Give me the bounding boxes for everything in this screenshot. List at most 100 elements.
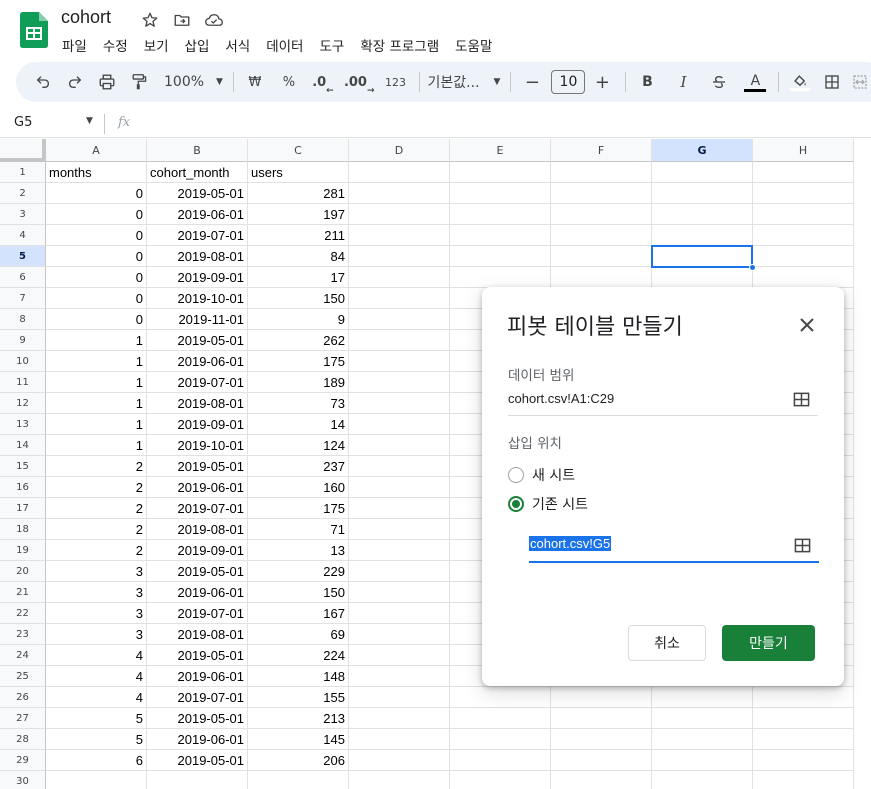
cell-d8[interactable] [349, 309, 450, 330]
cell-b9[interactable]: 2019-05-01 [147, 330, 248, 351]
cell-d3[interactable] [349, 204, 450, 225]
menu-format[interactable]: 서식 [225, 35, 250, 55]
cell-d30[interactable] [349, 771, 450, 789]
cell-d27[interactable] [349, 708, 450, 729]
cell-b2[interactable]: 2019-05-01 [147, 183, 248, 204]
paint-format-icon[interactable] [126, 68, 152, 96]
cell-b11[interactable]: 2019-07-01 [147, 372, 248, 393]
sheets-logo-icon[interactable] [20, 12, 48, 48]
redo-icon[interactable] [62, 68, 88, 96]
cell-d22[interactable] [349, 603, 450, 624]
menu-file[interactable]: 파일 [62, 35, 87, 55]
cell-a7[interactable]: 0 [46, 288, 147, 309]
fill-handle[interactable] [749, 264, 756, 271]
row-header[interactable]: 14 [0, 435, 46, 456]
radio-button[interactable] [508, 467, 524, 483]
cell-g3[interactable] [652, 204, 753, 225]
row-header[interactable]: 23 [0, 624, 46, 645]
radio-button-selected[interactable] [508, 496, 524, 512]
cell-d4[interactable] [349, 225, 450, 246]
cell-a21[interactable]: 3 [46, 582, 147, 603]
row-header[interactable]: 15 [0, 456, 46, 477]
cell-c28[interactable]: 145 [248, 729, 349, 750]
cell-b4[interactable]: 2019-07-01 [147, 225, 248, 246]
row-header[interactable]: 11 [0, 372, 46, 393]
cell-g4[interactable] [652, 225, 753, 246]
cell-f29[interactable] [551, 750, 652, 771]
borders-icon[interactable] [819, 68, 845, 96]
column-header-b[interactable]: B [147, 139, 248, 162]
cell-c22[interactable]: 167 [248, 603, 349, 624]
cell-b28[interactable]: 2019-06-01 [147, 729, 248, 750]
cell-f1[interactable] [551, 162, 652, 183]
italic-button[interactable]: I [670, 68, 696, 96]
cell-g1[interactable] [652, 162, 753, 183]
cell-b30[interactable] [147, 771, 248, 789]
cell-g5[interactable] [652, 246, 753, 267]
zoom-select[interactable]: 100% ▼ [164, 68, 223, 96]
cell-c19[interactable]: 13 [248, 540, 349, 561]
cell-d26[interactable] [349, 687, 450, 708]
cell-a20[interactable]: 3 [46, 561, 147, 582]
cell-c11[interactable]: 189 [248, 372, 349, 393]
select-range-icon[interactable] [793, 391, 810, 408]
cell-c16[interactable]: 160 [248, 477, 349, 498]
cell-c3[interactable]: 197 [248, 204, 349, 225]
move-to-folder-icon[interactable] [171, 9, 192, 30]
cell-c2[interactable]: 281 [248, 183, 349, 204]
row-header[interactable]: 1 [0, 162, 46, 183]
cell-e27[interactable] [450, 708, 551, 729]
location-input[interactable]: cohort.csv!G5 [529, 529, 819, 563]
cell-b21[interactable]: 2019-06-01 [147, 582, 248, 603]
cell-c12[interactable]: 73 [248, 393, 349, 414]
cell-b7[interactable]: 2019-10-01 [147, 288, 248, 309]
cell-b17[interactable]: 2019-07-01 [147, 498, 248, 519]
percent-format-button[interactable]: % [276, 68, 302, 96]
cell-b10[interactable]: 2019-06-01 [147, 351, 248, 372]
print-icon[interactable] [94, 68, 120, 96]
cell-d29[interactable] [349, 750, 450, 771]
cell-c27[interactable]: 213 [248, 708, 349, 729]
row-header[interactable]: 22 [0, 603, 46, 624]
cell-a12[interactable]: 1 [46, 393, 147, 414]
strikethrough-icon[interactable] [706, 68, 732, 96]
cell-c15[interactable]: 237 [248, 456, 349, 477]
column-header-h[interactable]: H [753, 139, 854, 162]
cell-d16[interactable] [349, 477, 450, 498]
cell-c18[interactable]: 71 [248, 519, 349, 540]
row-header[interactable]: 16 [0, 477, 46, 498]
fill-color-icon[interactable] [787, 68, 813, 96]
cell-b8[interactable]: 2019-11-01 [147, 309, 248, 330]
cell-c20[interactable]: 229 [248, 561, 349, 582]
font-select[interactable]: 기본값... ▼ [428, 68, 501, 96]
cell-h2[interactable] [753, 183, 854, 204]
cell-c9[interactable]: 262 [248, 330, 349, 351]
cell-d6[interactable] [349, 267, 450, 288]
cell-f2[interactable] [551, 183, 652, 204]
cell-a8[interactable]: 0 [46, 309, 147, 330]
document-title[interactable]: cohort [61, 7, 111, 28]
column-header-d[interactable]: D [349, 139, 450, 162]
cell-e2[interactable] [450, 183, 551, 204]
cell-a23[interactable]: 3 [46, 624, 147, 645]
cell-a27[interactable]: 5 [46, 708, 147, 729]
cell-c25[interactable]: 148 [248, 666, 349, 687]
cell-d15[interactable] [349, 456, 450, 477]
row-header[interactable]: 30 [0, 771, 46, 789]
cell-d17[interactable] [349, 498, 450, 519]
cell-d21[interactable] [349, 582, 450, 603]
cell-d23[interactable] [349, 624, 450, 645]
cell-c23[interactable]: 69 [248, 624, 349, 645]
row-header[interactable]: 7 [0, 288, 46, 309]
row-header[interactable]: 8 [0, 309, 46, 330]
name-box[interactable]: G5 [14, 115, 32, 130]
row-header[interactable]: 24 [0, 645, 46, 666]
column-header-a[interactable]: A [46, 139, 147, 162]
cell-b3[interactable]: 2019-06-01 [147, 204, 248, 225]
cancel-button[interactable]: 취소 [628, 625, 706, 661]
cell-d14[interactable] [349, 435, 450, 456]
cell-c7[interactable]: 150 [248, 288, 349, 309]
cell-h30[interactable] [753, 771, 854, 789]
menu-extensions[interactable]: 확장 프로그램 [360, 35, 439, 55]
cell-a10[interactable]: 1 [46, 351, 147, 372]
